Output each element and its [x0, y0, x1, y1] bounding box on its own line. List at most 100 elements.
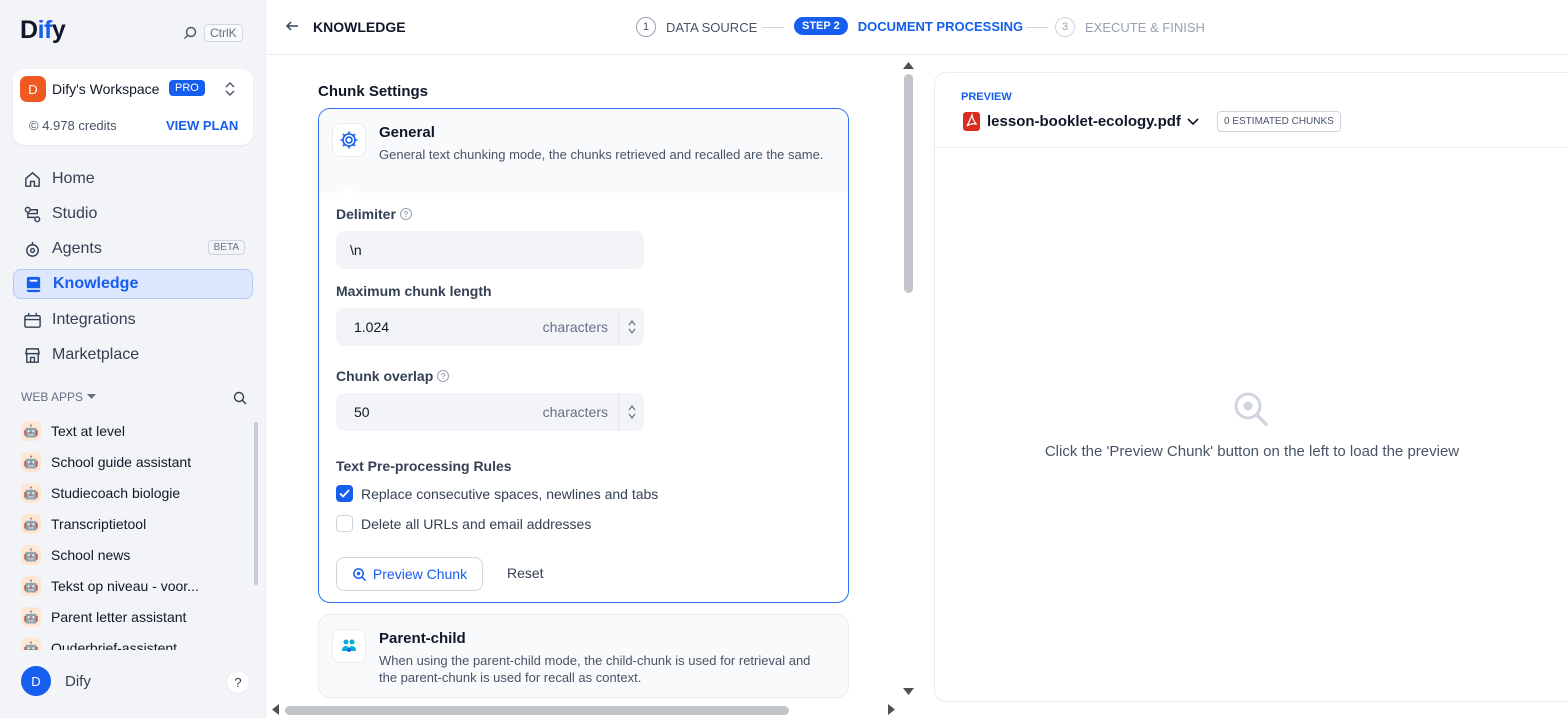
knowledge-icon — [26, 276, 41, 292]
web-app-item[interactable]: 🤖 Studiecoach biologie — [13, 477, 253, 508]
step-badge: STEP 2 — [794, 17, 848, 35]
view-plan-link[interactable]: VIEW PLAN — [166, 118, 238, 133]
empty-state-text: Click the 'Preview Chunk' button on the … — [1044, 443, 1460, 460]
back-arrow-icon[interactable] — [284, 18, 300, 34]
dify-logo[interactable]: Dify — [20, 16, 66, 45]
web-apps-header[interactable]: WEB APPS — [21, 390, 97, 404]
web-app-label: Text at level — [51, 422, 125, 439]
estimated-chunks-badge: 0 ESTIMATED CHUNKS — [1217, 111, 1341, 132]
nav-knowledge[interactable]: Knowledge — [13, 269, 253, 299]
file-selector[interactable]: lesson-booklet-ecology.pdf — [963, 112, 1199, 131]
search-icon[interactable] — [232, 390, 248, 406]
divider — [935, 147, 1568, 148]
nav-studio[interactable]: Studio — [13, 199, 253, 229]
web-app-label: Parent letter assistant — [51, 608, 187, 625]
scroll-up-arrow-icon[interactable] — [903, 62, 914, 69]
pdf-file-icon — [963, 112, 980, 131]
preview-chunk-label: Preview Chunk — [372, 566, 468, 582]
plan-badge: PRO — [169, 80, 205, 96]
robot-icon: 🤖 — [21, 482, 41, 503]
rule-label: Delete all URLs and email addresses — [361, 515, 592, 532]
chevron-down-icon[interactable] — [628, 413, 636, 419]
number-stepper[interactable] — [618, 393, 644, 431]
nav-label: Studio — [52, 205, 98, 222]
chevron-up-down-icon[interactable] — [223, 81, 237, 97]
avatar: D — [21, 666, 51, 696]
gear-icon — [332, 123, 366, 157]
chunk-overlap-input[interactable]: 50 characters — [336, 393, 644, 431]
parent-child-mode-card[interactable]: Parent-child When using the parent-child… — [318, 614, 849, 698]
web-app-item[interactable]: 🤖 School news — [13, 539, 253, 570]
credits-value: 4.978 credits — [42, 118, 117, 133]
shortcut-key: CtrlK — [204, 24, 243, 42]
search-icon — [184, 26, 197, 39]
rule-label: Replace consecutive spaces, newlines and… — [361, 485, 659, 502]
step-data-source: 1 DATA SOURCE — [636, 17, 757, 37]
nav-marketplace[interactable]: Marketplace — [13, 340, 253, 370]
checkbox-checked[interactable] — [336, 485, 353, 502]
help-button[interactable]: ? — [226, 670, 250, 694]
vertical-scrollbar-thumb[interactable] — [904, 74, 913, 293]
chunk-overlap-value: 50 — [354, 404, 370, 420]
web-app-item[interactable]: 🤖 Text at level — [13, 415, 253, 446]
web-app-item[interactable]: 🤖 Parent letter assistant — [13, 601, 253, 632]
scroll-right-arrow-icon[interactable] — [888, 704, 895, 715]
search-preview-icon — [353, 567, 367, 581]
search-shortcut[interactable]: CtrlK — [182, 24, 243, 42]
max-chunk-length-label-text: Maximum chunk length — [336, 283, 492, 299]
scroll-left-arrow-icon[interactable] — [272, 704, 279, 715]
web-app-item[interactable]: 🤖 School guide assistant — [13, 446, 253, 477]
delimiter-label: Delimiter ? — [336, 206, 412, 222]
checkbox-unchecked[interactable] — [336, 515, 353, 532]
chevron-down-icon — [1187, 117, 1199, 125]
web-apps-label: WEB APPS — [21, 390, 84, 404]
help-circle-icon[interactable]: ? — [437, 370, 450, 382]
rule-replace-spaces[interactable]: Replace consecutive spaces, newlines and… — [336, 485, 658, 502]
chevron-down-icon[interactable] — [628, 328, 636, 334]
step-label: EXECUTE & FINISH — [1085, 19, 1205, 35]
general-description: General text chunking mode, the chunks r… — [379, 147, 824, 162]
home-icon — [25, 171, 40, 187]
robot-icon: 🤖 — [21, 544, 41, 565]
max-chunk-length-input[interactable]: 1.024 characters — [336, 308, 644, 346]
step-execute-finish: 3 EXECUTE & FINISH — [1055, 17, 1205, 37]
delimiter-input[interactable]: \n — [336, 231, 644, 269]
workspace-card[interactable]: D Dify's Workspace PRO © 4.978 credits V… — [13, 69, 253, 145]
delimiter-value: \n — [350, 242, 362, 258]
reset-button[interactable]: Reset — [507, 565, 544, 581]
preview-chunk-button[interactable]: Preview Chunk — [336, 557, 483, 591]
web-app-label: Ouderbrief-assistent — [51, 639, 178, 651]
sidebar-scrollbar[interactable] — [254, 422, 258, 585]
web-app-label: School guide assistant — [51, 453, 192, 470]
search-preview-icon — [1234, 392, 1268, 426]
web-app-item[interactable]: 🤖 Transcriptietool — [13, 508, 253, 539]
nav-agents[interactable]: Agents BETA — [13, 234, 253, 264]
web-app-label: Transcriptietool — [51, 515, 147, 532]
number-stepper[interactable] — [618, 308, 644, 346]
step-number: 3 — [1055, 17, 1075, 37]
nav-label: Integrations — [52, 311, 136, 328]
parent-child-title: Parent-child — [379, 630, 466, 647]
chevron-up-icon[interactable] — [628, 320, 636, 326]
max-chunk-length-value: 1.024 — [354, 319, 390, 335]
nav-label: Marketplace — [52, 346, 140, 363]
delimiter-label-text: Delimiter — [336, 206, 396, 222]
user-account[interactable]: D Dify — [21, 666, 251, 696]
nav-integrations[interactable]: Integrations — [13, 305, 253, 335]
robot-icon: 🤖 — [21, 451, 41, 472]
help-circle-icon[interactable]: ? — [399, 208, 412, 220]
chevron-up-icon[interactable] — [628, 405, 636, 411]
web-app-item[interactable]: 🤖 Tekst op niveau - voor... — [13, 570, 253, 601]
nav-home[interactable]: Home — [13, 164, 253, 194]
preview-label: PREVIEW — [961, 91, 1012, 103]
web-app-item[interactable]: 🤖 Ouderbrief-assistent — [13, 632, 253, 650]
rule-delete-urls[interactable]: Delete all URLs and email addresses — [336, 515, 591, 532]
workspace-name: Dify's Workspace — [52, 81, 160, 97]
preprocessing-rules-title: Text Pre-processing Rules — [336, 458, 512, 474]
robot-icon: 🤖 — [21, 513, 41, 534]
integrations-icon — [24, 312, 41, 328]
file-name: lesson-booklet-ecology.pdf — [987, 113, 1181, 130]
scroll-down-arrow-icon[interactable] — [903, 688, 914, 695]
horizontal-scrollbar-thumb[interactable] — [285, 706, 789, 715]
page-title: KNOWLEDGE — [313, 19, 406, 35]
